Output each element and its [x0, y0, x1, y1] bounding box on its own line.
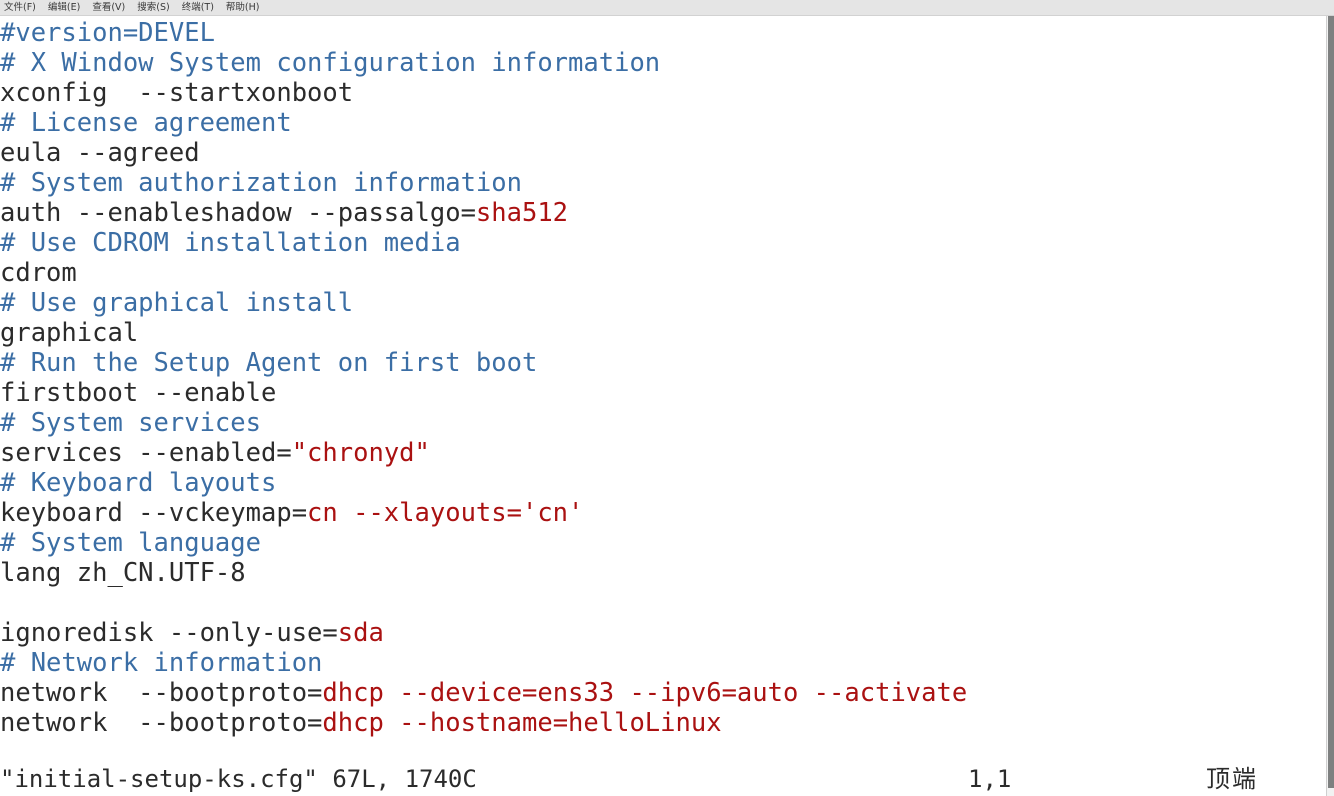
status-cursor-position: 1,1: [968, 765, 1012, 793]
code-comment: # License agreement: [0, 108, 292, 138]
code-line: network --bootproto=dhcp --hostname=hell…: [0, 708, 1326, 738]
code-line: auth --enableshadow --passalgo=sha512: [0, 198, 1326, 228]
code-text: lang zh_CN.UTF-8: [0, 558, 246, 588]
code-comment: # System language: [0, 528, 261, 558]
code-line: graphical: [0, 318, 1326, 348]
menu-bar: 文件(F) 编辑(E) 查看(V) 搜索(S) 终端(T) 帮助(H): [0, 0, 1334, 16]
code-line: xconfig --startxonboot: [0, 78, 1326, 108]
code-line: services --enabled="chronyd": [0, 438, 1326, 468]
menu-edit[interactable]: 编辑(E): [48, 0, 88, 15]
code-line: eula --agreed: [0, 138, 1326, 168]
code-value: dhcp --device=ens33 --ipv6=auto --activa…: [322, 678, 968, 708]
code-line: firstboot --enable: [0, 378, 1326, 408]
code-text: cdrom: [0, 258, 77, 288]
code-text: network --bootproto=: [0, 678, 323, 708]
status-filename: "initial-setup-ks.cfg" 67L, 1740C: [0, 765, 477, 793]
code-text: services --enabled=: [0, 438, 292, 468]
menu-file[interactable]: 文件(F): [4, 0, 44, 15]
menu-view[interactable]: 查看(V): [92, 0, 133, 15]
code-line: # System services: [0, 408, 1326, 438]
code-value: cn --xlayouts='cn': [307, 498, 584, 528]
code-line: # System language: [0, 528, 1326, 558]
code-value: sda: [337, 618, 384, 648]
code-comment: # Use graphical install: [0, 288, 354, 318]
code-value: "chronyd": [291, 438, 430, 468]
code-comment: # System services: [0, 408, 261, 438]
code-line: #version=DEVEL: [0, 18, 1326, 48]
code-text: auth --enableshadow --passalgo=: [0, 198, 476, 228]
code-text: graphical: [0, 318, 139, 348]
code-line: ignoredisk --only-use=sda: [0, 618, 1326, 648]
code-text: ignoredisk --only-use=: [0, 618, 338, 648]
code-line: network --bootproto=dhcp --device=ens33 …: [0, 678, 1326, 708]
code-text: eula --agreed: [0, 138, 200, 168]
code-value: dhcp --hostname=helloLinux: [322, 708, 722, 738]
code-line: # X Window System configuration informat…: [0, 48, 1326, 78]
vim-buffer[interactable]: #version=DEVEL # X Window System configur…: [0, 18, 1326, 738]
code-line: lang zh_CN.UTF-8: [0, 558, 1326, 588]
code-comment: # Keyboard layouts: [0, 468, 277, 498]
code-line: # Network information: [0, 648, 1326, 678]
code-line: # Use graphical install: [0, 288, 1326, 318]
code-line: # Keyboard layouts: [0, 468, 1326, 498]
vertical-scrollbar-thumb[interactable]: [1328, 16, 1334, 788]
code-text: firstboot --enable: [0, 378, 277, 408]
code-line: # Use CDROM installation media: [0, 228, 1326, 258]
code-comment: #version=DEVEL: [0, 18, 215, 48]
menu-terminal[interactable]: 终端(T): [182, 0, 222, 15]
menu-help[interactable]: 帮助(H): [226, 0, 268, 15]
code-line: cdrom: [0, 258, 1326, 288]
code-comment: # X Window System configuration informat…: [0, 48, 661, 78]
status-scroll-location: 顶端: [1206, 765, 1258, 793]
code-line: # License agreement: [0, 108, 1326, 138]
code-text: keyboard --vckeymap=: [0, 498, 308, 528]
vertical-scrollbar[interactable]: [1326, 16, 1334, 796]
code-value: sha512: [475, 198, 569, 228]
code-comment: # System authorization information: [0, 168, 522, 198]
vim-status-line: "initial-setup-ks.cfg" 67L, 1740C 1,1 顶端: [0, 764, 1326, 794]
code-comment: # Use CDROM installation media: [0, 228, 461, 258]
terminal-text-area[interactable]: #version=DEVEL # X Window System configur…: [0, 16, 1326, 796]
code-comment: # Run the Setup Agent on first boot: [0, 348, 538, 378]
code-comment: # Network information: [0, 648, 323, 678]
code-line: # Run the Setup Agent on first boot: [0, 348, 1326, 378]
code-text: xconfig --startxonboot: [0, 78, 354, 108]
code-line: # System authorization information: [0, 168, 1326, 198]
menu-search[interactable]: 搜索(S): [137, 0, 177, 15]
code-text: network --bootproto=: [0, 708, 323, 738]
code-line: keyboard --vckeymap=cn --xlayouts='cn': [0, 498, 1326, 528]
